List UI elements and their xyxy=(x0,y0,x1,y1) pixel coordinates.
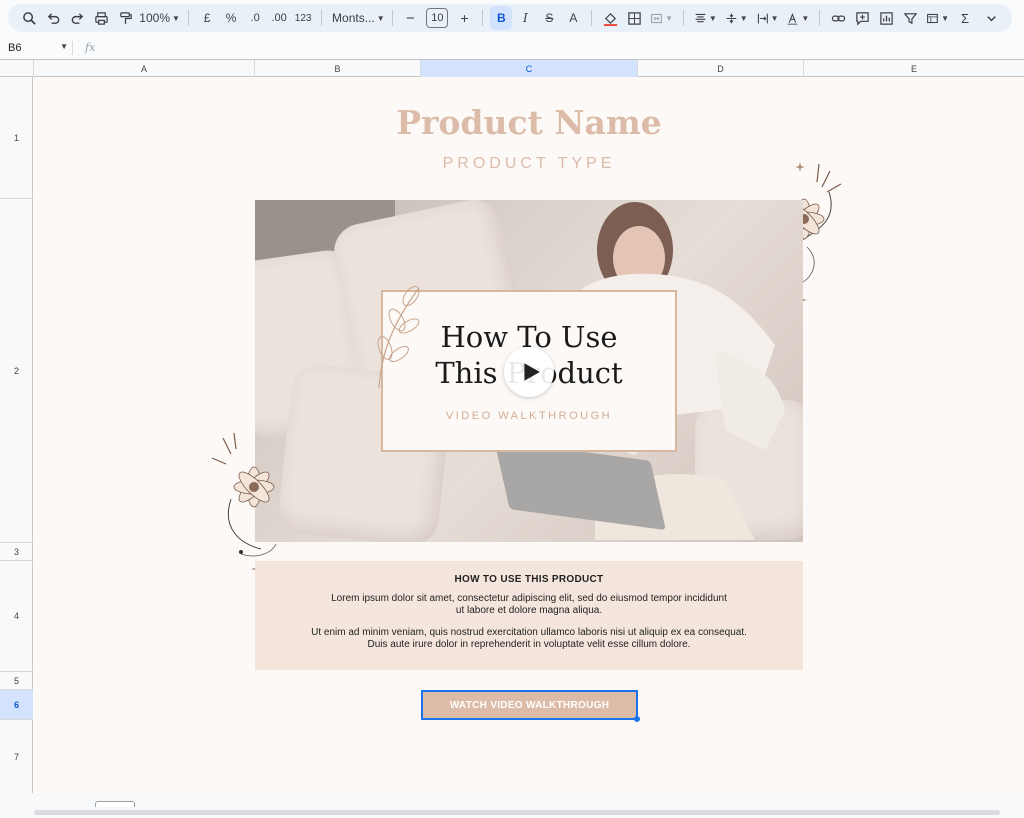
caret-down-icon: ▼ xyxy=(708,13,717,23)
italic-button[interactable]: I xyxy=(514,6,536,30)
divider xyxy=(321,10,323,26)
insert-comment-icon[interactable] xyxy=(851,6,873,30)
sheet-bottom-bar xyxy=(0,793,1024,818)
column-header-d[interactable]: D xyxy=(638,60,804,77)
text-wrapping-icon[interactable]: ▼ xyxy=(753,6,782,30)
zoom-select[interactable]: 100% ▼ xyxy=(138,6,181,30)
decrease-font-size-button[interactable]: − xyxy=(399,6,421,30)
select-all-corner[interactable] xyxy=(0,60,34,77)
caret-down-icon: ▼ xyxy=(376,13,385,23)
watch-video-button[interactable]: WATCH VIDEO WALKTHROUGH xyxy=(421,690,638,720)
caret-down-icon: ▼ xyxy=(801,13,810,23)
divider xyxy=(819,10,821,26)
text-rotation-icon[interactable]: ▼ xyxy=(783,6,812,30)
video-title-card: How To Use This Product VIDEO WALKTHROUG… xyxy=(377,285,677,452)
fill-color-icon[interactable] xyxy=(599,6,621,30)
sheet-tab[interactable] xyxy=(95,801,135,807)
row-header-6[interactable]: 6 xyxy=(0,690,33,720)
row-header-3[interactable]: 3 xyxy=(0,543,33,561)
product-type-subtitle: PRODUCT TYPE xyxy=(442,155,616,172)
increase-font-size-button[interactable]: + xyxy=(453,6,475,30)
name-box[interactable]: B6 ▼ xyxy=(0,42,72,54)
column-header-b[interactable]: B xyxy=(255,60,421,77)
formula-bar: B6 ▼ fx xyxy=(0,38,1024,58)
font-size-input[interactable]: 10 xyxy=(423,6,451,30)
text-color-button[interactable]: A xyxy=(562,6,584,30)
redo-icon[interactable] xyxy=(66,6,88,30)
insert-link-icon[interactable] xyxy=(827,6,849,30)
column-header-a[interactable]: A xyxy=(34,60,255,77)
instructions-heading: HOW TO USE THIS PRODUCT xyxy=(454,574,604,585)
caret-down-icon: ▼ xyxy=(739,13,748,23)
search-menus-icon[interactable] xyxy=(18,6,40,30)
increase-decimal-label: .00 xyxy=(271,12,287,24)
column-header-c[interactable]: C xyxy=(421,60,638,77)
merge-cells-icon[interactable]: ▼ xyxy=(647,6,676,30)
increase-decimal-button[interactable]: .00 xyxy=(268,6,290,30)
selection-fill-handle[interactable] xyxy=(634,716,640,722)
divider xyxy=(591,10,593,26)
column-header-e[interactable]: E xyxy=(804,60,1024,77)
vertical-align-icon[interactable]: ▼ xyxy=(722,6,751,30)
play-icon xyxy=(523,363,540,381)
functions-button[interactable]: Σ xyxy=(954,6,976,30)
filter-icon[interactable] xyxy=(899,6,921,30)
more-formats-button[interactable]: 123 xyxy=(292,6,314,30)
paragraph-1-line-2: ut labore et dolore magna aliqua. xyxy=(455,605,603,616)
card-subtitle: VIDEO WALKTHROUGH xyxy=(445,410,613,422)
caret-down-icon: ▼ xyxy=(172,13,180,23)
row-header-7[interactable]: 7 xyxy=(0,720,33,793)
format-percent-button[interactable]: % xyxy=(220,6,242,30)
product-name-title: Product Name xyxy=(396,103,662,142)
divider xyxy=(683,10,684,26)
filter-views-icon[interactable]: ▼ xyxy=(923,6,952,30)
divider xyxy=(482,10,484,26)
horizontal-scrollbar[interactable] xyxy=(34,810,1000,815)
flower-illustration-icon xyxy=(211,432,277,574)
undo-icon[interactable] xyxy=(42,6,64,30)
row-headers: 1 2 3 4 5 6 7 xyxy=(0,77,33,793)
row-header-1[interactable]: 1 xyxy=(0,77,33,199)
row-header-4[interactable]: 4 xyxy=(0,561,33,672)
sheet-grid[interactable]: Product Name PRODUCT TYPE How To Use Thi… xyxy=(34,77,1024,793)
paragraph-1-line-1: Lorem ipsum dolor sit amet, consectetur … xyxy=(331,593,727,604)
instructions-paragraph-2: Ut enim ad minim veniam, quis nostrud ex… xyxy=(255,627,803,651)
caret-down-icon: ▼ xyxy=(665,13,674,23)
caret-down-icon: ▼ xyxy=(770,13,779,23)
column-headers: A B C D E xyxy=(0,59,1024,77)
insert-chart-icon[interactable] xyxy=(875,6,897,30)
toolbar: 100% ▼ £ % .0 .00 123 Monts... ▼ − 10 + B … xyxy=(8,4,1012,32)
paragraph-2-line-1: Ut enim ad minim veniam, quis nostrud ex… xyxy=(311,627,747,638)
instructions-paragraph-1: Lorem ipsum dolor sit amet, consectetur … xyxy=(255,593,803,617)
divider xyxy=(391,10,393,26)
paragraph-2-line-2: Duis aute irure dolor in reprehenderit i… xyxy=(367,639,691,650)
paint-format-icon[interactable] xyxy=(114,6,136,30)
print-icon[interactable] xyxy=(90,6,112,30)
caret-down-icon: ▼ xyxy=(941,13,950,23)
divider xyxy=(188,10,190,26)
instructions-panel: HOW TO USE THIS PRODUCT Lorem ipsum dolo… xyxy=(255,561,803,670)
zoom-value: 100% xyxy=(139,11,170,25)
fx-icon: fx xyxy=(72,41,95,55)
row-header-2[interactable]: 2 xyxy=(0,199,33,543)
font-select[interactable]: Monts... ▼ xyxy=(329,6,385,30)
font-size-value: 10 xyxy=(426,8,449,28)
row-header-5[interactable]: 5 xyxy=(0,672,33,690)
product-video-thumbnail[interactable]: How To Use This Product VIDEO WALKTHROUG… xyxy=(255,200,803,542)
caret-down-icon: ▼ xyxy=(60,42,68,51)
collapse-toolbar-icon[interactable] xyxy=(980,6,1002,30)
play-button[interactable] xyxy=(504,347,554,397)
borders-icon[interactable] xyxy=(623,6,645,30)
cell-reference: B6 xyxy=(8,42,22,54)
format-currency-button[interactable]: £ xyxy=(196,6,218,30)
bold-button[interactable]: B xyxy=(490,6,513,30)
decrease-decimal-label: .0 xyxy=(250,12,260,24)
font-value: Monts... xyxy=(332,11,375,25)
strikethrough-button[interactable]: S xyxy=(538,6,560,30)
horizontal-align-icon[interactable]: ▼ xyxy=(691,6,720,30)
decrease-decimal-button[interactable]: .0 xyxy=(244,6,266,30)
